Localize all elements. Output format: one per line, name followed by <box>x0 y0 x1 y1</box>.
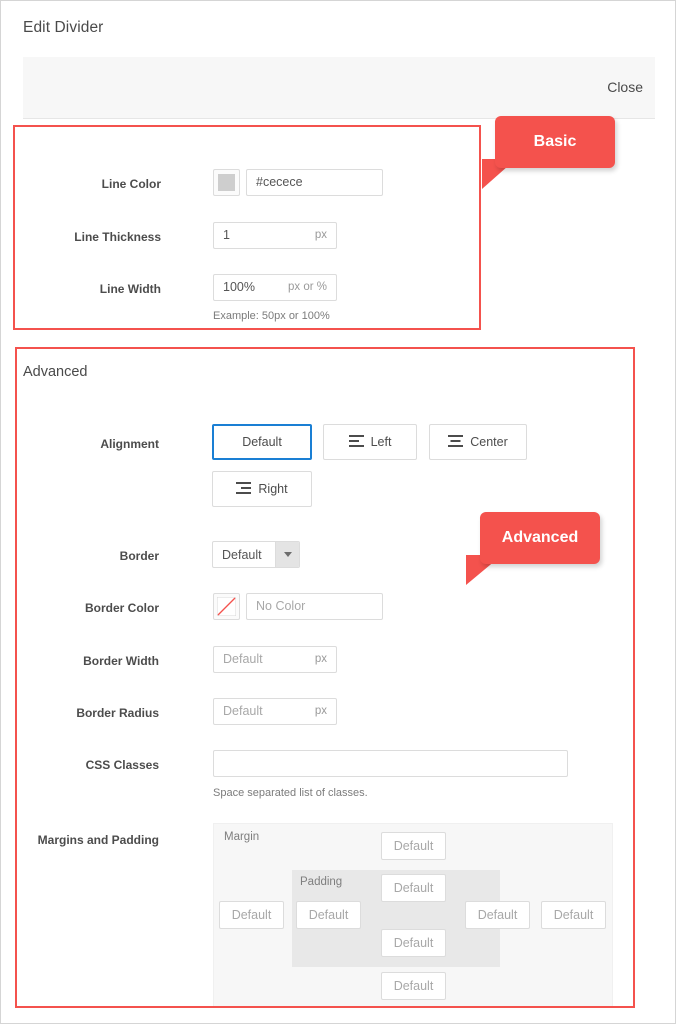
line-thickness-input[interactable]: 1 px <box>213 222 337 249</box>
margin-right-input[interactable]: Default <box>541 901 606 929</box>
margin-bottom-input[interactable]: Default <box>381 972 446 1000</box>
line-width-unit: px or % <box>288 280 327 293</box>
border-width-unit: px <box>314 652 327 665</box>
border-radius-label: Border Radius <box>76 706 159 720</box>
alignment-option-left[interactable]: Left <box>323 424 417 460</box>
alignment-option-default[interactable]: Default <box>212 424 312 460</box>
alignment-center-label: Center <box>470 435 508 449</box>
margin-left-input[interactable]: Default <box>219 901 284 929</box>
edit-divider-modal: Edit Divider Close Line Color #cecece Li… <box>0 0 676 1024</box>
border-color-label: Border Color <box>84 601 159 615</box>
padding-right-input[interactable]: Default <box>465 901 530 929</box>
border-radius-unit: px <box>314 704 327 717</box>
border-label: Border <box>119 549 159 563</box>
line-thickness-value: 1 <box>223 228 230 243</box>
padding-top-input[interactable]: Default <box>381 874 446 902</box>
alignment-default-label: Default <box>242 435 282 449</box>
border-radius-input[interactable]: Default px <box>213 698 337 725</box>
alignment-option-center[interactable]: Center <box>429 424 527 460</box>
line-thickness-unit: px <box>314 228 327 241</box>
border-select-value: Default <box>222 547 262 562</box>
border-width-input[interactable]: Default px <box>213 646 337 673</box>
line-color-swatch[interactable] <box>213 169 240 196</box>
alignment-right-label: Right <box>258 482 288 496</box>
margins-padding-widget: Margin Padding Default Default Default D… <box>213 823 613 1008</box>
page-title: Edit Divider <box>23 19 104 36</box>
alignment-left-label: Left <box>370 435 392 449</box>
css-classes-help: Space separated list of classes. <box>213 787 368 799</box>
modal-toolbar: Close <box>23 57 655 119</box>
margin-caption: Margin <box>224 831 260 843</box>
no-color-icon <box>216 596 237 617</box>
line-thickness-label: Line Thickness <box>74 230 161 244</box>
border-width-label: Border Width <box>83 654 159 668</box>
border-select[interactable]: Default <box>212 541 300 568</box>
border-color-input[interactable]: No Color <box>246 593 383 620</box>
line-color-swatch-fill <box>218 174 235 191</box>
margin-top-input[interactable]: Default <box>381 832 446 860</box>
border-color-placeholder: No Color <box>256 599 306 614</box>
close-button[interactable]: Close <box>607 79 643 95</box>
line-width-label: Line Width <box>99 282 161 296</box>
padding-bottom-input[interactable]: Default <box>381 929 446 957</box>
line-color-label: Line Color <box>101 177 161 191</box>
align-center-icon <box>448 434 464 450</box>
border-color-swatch[interactable] <box>213 593 240 620</box>
align-left-icon <box>348 434 364 450</box>
css-classes-label: CSS Classes <box>85 758 159 772</box>
css-classes-input[interactable] <box>213 750 568 777</box>
line-width-help: Example: 50px or 100% <box>213 310 330 322</box>
line-width-value: 100% <box>223 280 255 295</box>
padding-left-input[interactable]: Default <box>296 901 361 929</box>
callout-basic-label: Basic <box>533 133 577 150</box>
margins-padding-label: Margins and Padding <box>37 833 159 847</box>
align-right-icon <box>236 481 252 497</box>
alignment-option-right[interactable]: Right <box>212 471 312 507</box>
border-width-placeholder: Default <box>223 652 263 667</box>
alignment-label: Alignment <box>100 437 159 451</box>
line-color-input[interactable]: #cecece <box>246 169 383 196</box>
callout-basic: Basic <box>495 116 615 168</box>
advanced-section-title: Advanced <box>23 364 88 380</box>
callout-advanced: Advanced <box>480 512 600 564</box>
chevron-down-icon[interactable] <box>275 542 299 567</box>
callout-advanced-label: Advanced <box>501 529 579 546</box>
border-radius-placeholder: Default <box>223 704 263 719</box>
padding-caption: Padding <box>300 876 343 888</box>
line-width-input[interactable]: 100% px or % <box>213 274 337 301</box>
line-color-value: #cecece <box>256 175 303 190</box>
